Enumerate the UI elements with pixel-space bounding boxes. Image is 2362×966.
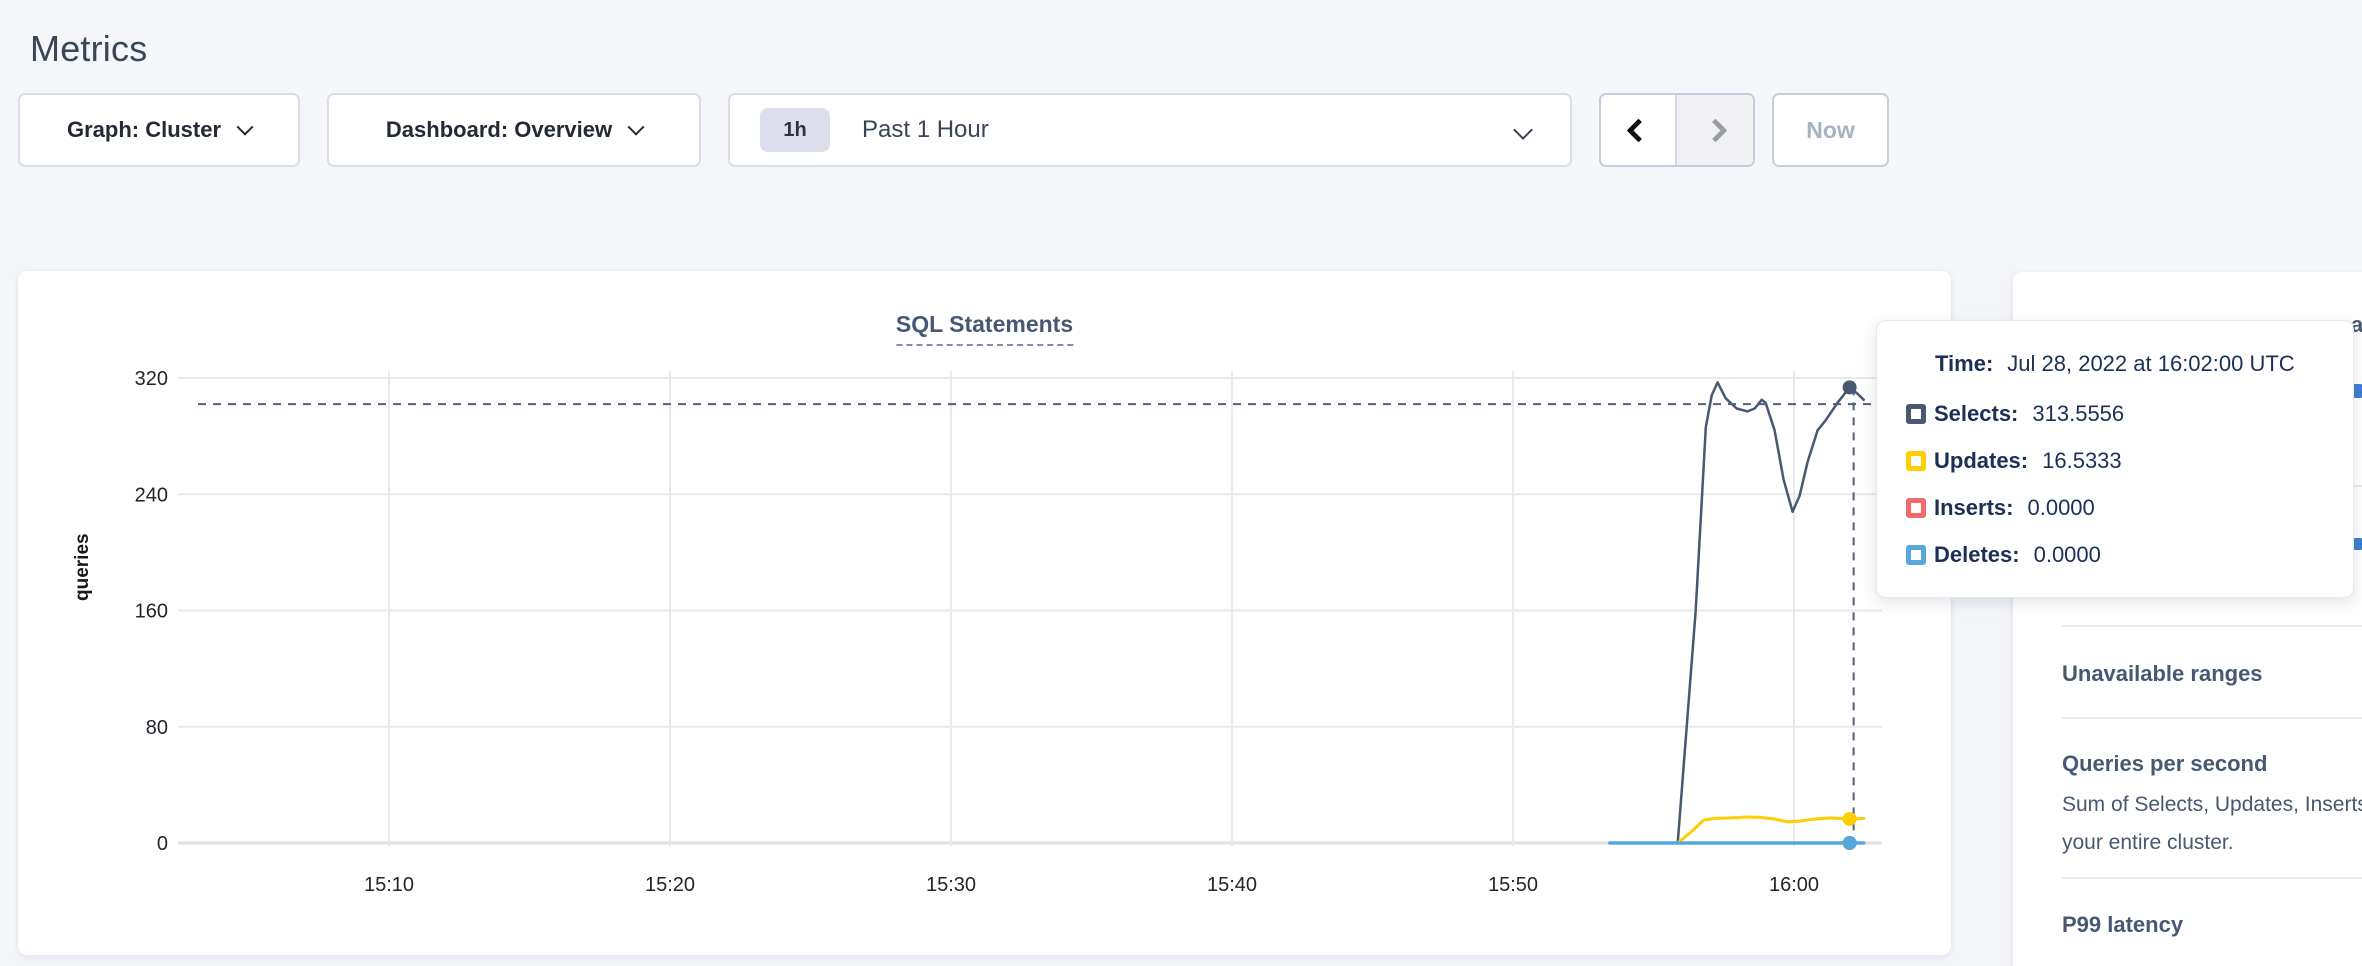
tooltip-time-row: Time: Jul 28, 2022 at 16:02:00 UTC [1935,351,2329,377]
chart-title[interactable]: SQL Statements [896,311,1073,346]
tooltip-series-rows: Selects: 313.5556Updates: 16.5333 Inserts: 0… [1906,401,2329,568]
svg-text:15:20: 15:20 [645,874,695,896]
tooltip-series-label: Inserts: [1934,495,2013,521]
link-text-fragment [2354,538,2362,550]
chevron-right-icon [1703,118,1727,142]
sql-statements-chart[interactable]: 0 80 160 240 320 15:10 15:20 15:30 15:40 15:50 16:… [18,271,1951,955]
svg-text:160: 160 [135,601,168,623]
time-range-badge: 1h [760,108,830,152]
tooltip-series-label: Updates: [1934,448,2028,474]
sidebar-heading-p99-latency: P99 latency [2062,912,2183,938]
tooltip-time-value: Jul 28, 2022 at 16:02:00 UTC [2007,351,2294,376]
tooltip-time-label: Time: [1935,351,1993,376]
tooltip-series-value: 16.5333 [2042,448,2122,474]
tooltip-series-row: Selects: 313.5556 [1906,401,2329,427]
next-time-window-button[interactable] [1677,95,1753,165]
sidebar-description-line: Sum of Selects, Updates, Inserts and Del… [2062,793,2362,817]
tooltip-series-row: Inserts: 0.0000 [1906,495,2329,521]
chevron-left-icon [1626,118,1650,142]
tooltip-series-value: 0.0000 [2027,495,2094,521]
link-text-fragment [2354,384,2362,398]
svg-text:80: 80 [146,717,168,739]
svg-text:15:40: 15:40 [1207,874,1257,896]
svg-text:15:50: 15:50 [1488,874,1538,896]
tooltip-series-value: 0.0000 [2034,542,2101,568]
series-swatch-icon [1906,545,1926,565]
svg-text:16:00: 16:00 [1769,874,1819,896]
svg-text:queries: queries [72,533,93,601]
series-swatch-icon [1906,404,1926,424]
dashboard-dropdown-label: Dashboard: Overview [386,117,612,143]
page-title: Metrics [30,28,147,70]
time-range-label: Past 1 Hour [862,116,989,144]
sql-statements-chart-card: SQL Statements 0 80 160 240 320 15:10 15:20 15:… [18,271,1951,955]
graph-scope-dropdown[interactable]: Graph: Cluster [18,93,300,167]
tooltip-series-value: 313.5556 [2032,401,2124,427]
sidebar-description-line: your entire cluster. [2062,831,2234,855]
chevron-down-icon [628,119,645,136]
dashboard-dropdown[interactable]: Dashboard: Overview [327,93,701,167]
chart-hover-tooltip: Time: Jul 28, 2022 at 16:02:00 UTC Select… [1876,320,2354,598]
time-nav-group [1599,93,1755,167]
chevron-down-icon [1513,120,1533,140]
divider [2062,717,2362,719]
svg-text:15:30: 15:30 [926,874,976,896]
tooltip-series-row: Deletes: 0.0000 [1906,542,2329,568]
svg-text:240: 240 [135,484,168,506]
tooltip-series-row: Updates: 16.5333 [1906,448,2329,474]
svg-text:320: 320 [135,368,168,390]
divider [2062,877,2362,879]
graph-scope-dropdown-label: Graph: Cluster [67,117,221,143]
now-button[interactable]: Now [1772,93,1889,167]
time-range-selector[interactable]: 1h Past 1 Hour [728,93,1572,167]
series-swatch-icon [1906,451,1926,471]
metrics-page: Metrics Graph: Cluster Dashboard: Overvi… [0,0,2362,966]
tooltip-series-label: Selects: [1934,401,2018,427]
chevron-down-icon [237,119,254,136]
svg-text:15:10: 15:10 [364,874,414,896]
svg-text:0: 0 [157,833,168,855]
tooltip-series-label: Deletes: [1934,542,2020,568]
series-swatch-icon [1906,498,1926,518]
previous-time-window-button[interactable] [1601,95,1677,165]
sidebar-heading-queries-per-second: Queries per second [2062,751,2267,777]
sidebar-heading-unavailable-ranges: Unavailable ranges [2062,661,2263,687]
divider [2062,625,2362,627]
